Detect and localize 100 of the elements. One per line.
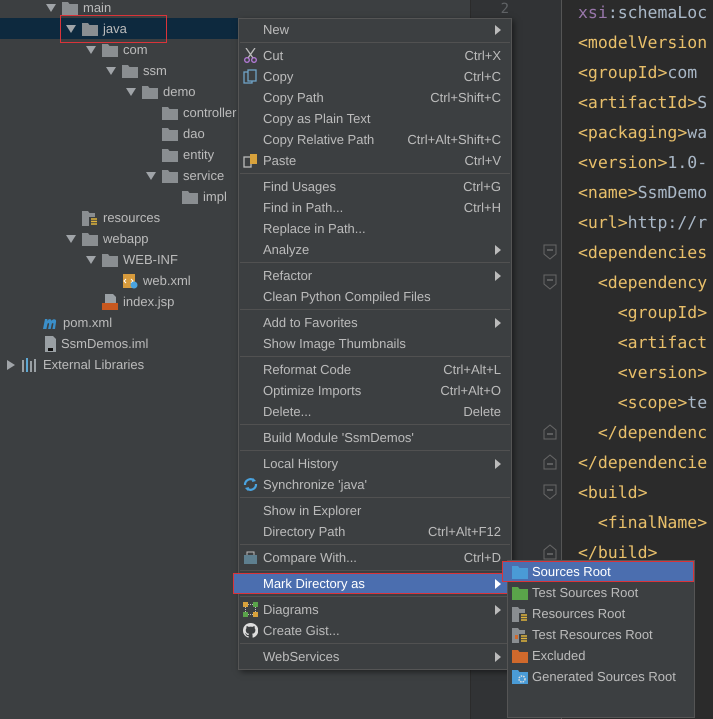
tree-item-label: main <box>83 0 112 15</box>
expanded-arrow-icon[interactable] <box>146 172 156 180</box>
menu-item[interactable]: Test Sources Root <box>508 582 694 603</box>
folder-icon <box>182 190 198 204</box>
menu-item[interactable]: Copy Path Ctrl+Shift+C <box>239 87 511 108</box>
expanded-arrow-icon[interactable] <box>66 234 76 242</box>
code-line: <groupId> <box>616 302 708 324</box>
fold-marker-icon[interactable] <box>543 244 557 260</box>
fold-marker-icon[interactable] <box>543 274 557 290</box>
code-line: <dependencies <box>578 242 708 264</box>
menu-item[interactable]: Show Image Thumbnails <box>239 333 511 354</box>
tree-item-label: java <box>103 21 127 36</box>
shortcut-text: Ctrl+V <box>464 153 501 168</box>
menu-item[interactable]: Synchronize 'java' <box>239 474 511 495</box>
fold-marker-icon[interactable] <box>543 484 557 500</box>
expanded-arrow-icon[interactable] <box>126 88 136 96</box>
menu-item[interactable]: Local History <box>239 453 511 474</box>
menu-item[interactable]: Delete... Delete <box>239 401 511 422</box>
code-line: <modelVersion <box>578 32 708 54</box>
menu-item[interactable]: Sources Root <box>502 561 694 582</box>
code-line: <build> <box>578 482 649 504</box>
folder-icon <box>512 586 528 600</box>
tree-item-label: impl <box>203 189 227 204</box>
library-bars-icon <box>22 358 38 372</box>
menu-item[interactable]: Cut Ctrl+X <box>239 45 511 66</box>
menu-item[interactable]: Directory Path Ctrl+Alt+F12 <box>239 521 511 542</box>
tree-item-label: controller <box>183 105 236 120</box>
fold-marker-icon[interactable] <box>543 454 557 470</box>
tree-item-label: dao <box>183 126 205 141</box>
menu-item[interactable]: Find in Path... Ctrl+H <box>239 197 511 218</box>
shortcut-text: Ctrl+H <box>464 200 501 215</box>
menu-item[interactable]: Add to Favorites <box>239 312 511 333</box>
expanded-arrow-icon[interactable] <box>46 4 56 12</box>
menu-item[interactable]: Show in Explorer <box>239 500 511 521</box>
tree-item-label: com <box>123 42 148 57</box>
menu-item[interactable]: Clean Python Compiled Files <box>239 286 511 307</box>
folder-icon <box>62 0 78 14</box>
menu-item[interactable]: Find Usages Ctrl+G <box>239 176 511 197</box>
menu-item[interactable]: Resources Root <box>508 603 694 624</box>
menu-item[interactable]: Diagrams <box>239 599 511 620</box>
tree-item-label: index.jsp <box>123 294 174 309</box>
fold-marker-icon[interactable] <box>543 544 557 560</box>
menu-item[interactable]: Create Gist... <box>239 620 511 641</box>
menu-item[interactable]: Refactor <box>239 265 511 286</box>
folder-icon <box>512 648 528 662</box>
shortcut-text: Delete <box>463 404 501 419</box>
menu-item[interactable]: Copy as Plain Text <box>239 108 511 129</box>
menu-item[interactable]: Excluded <box>508 645 694 666</box>
menu-item[interactable]: Compare With... Ctrl+D <box>239 547 511 568</box>
menu-item[interactable]: Paste Ctrl+V <box>239 150 511 171</box>
folder-icon <box>122 64 138 78</box>
code-line: <name>SsmDemo <box>578 182 708 204</box>
xml-file-icon <box>122 272 138 288</box>
resources-folder-icon <box>512 626 528 642</box>
tree-item-label: WEB-INF <box>123 252 178 267</box>
expanded-arrow-icon[interactable] <box>86 46 96 54</box>
expanded-arrow-icon[interactable] <box>66 24 76 32</box>
fold-marker-icon[interactable] <box>543 424 557 440</box>
menu-item[interactable]: Optimize Imports Ctrl+Alt+O <box>239 380 511 401</box>
code-line: xsi:schemaLoc <box>578 2 708 24</box>
shortcut-text: Ctrl+Alt+L <box>443 362 501 377</box>
code-line: <artifactId>S <box>578 92 708 114</box>
expanded-arrow-icon[interactable] <box>106 66 116 74</box>
menu-item[interactable]: Analyze <box>239 239 511 260</box>
menu-item[interactable]: WebServices <box>239 646 511 667</box>
menu-item[interactable]: Generated Sources Root <box>508 666 694 687</box>
tree-item-label: External Libraries <box>43 357 144 372</box>
copy-icon <box>243 69 258 84</box>
menu-item[interactable]: Reformat Code Ctrl+Alt+L <box>239 359 511 380</box>
code-line: <url>http://r <box>578 212 708 234</box>
diagram-icon <box>243 602 258 617</box>
menu-item[interactable]: Replace in Path... <box>239 218 511 239</box>
tree-item-label: entity <box>183 147 214 162</box>
tree-item-label: ssm <box>143 63 167 78</box>
file-icon <box>42 336 56 352</box>
expanded-arrow-icon[interactable] <box>86 256 96 264</box>
shortcut-text: Ctrl+Shift+C <box>430 90 501 105</box>
tree-item[interactable]: main <box>0 0 470 18</box>
scissors-icon <box>243 48 258 63</box>
menu-item[interactable]: Test Resources Root <box>508 624 694 645</box>
menu-item[interactable]: Copy Relative Path Ctrl+Alt+Shift+C <box>239 129 511 150</box>
tree-item-label: pom.xml <box>63 315 112 330</box>
tree-item-label: webapp <box>103 231 149 246</box>
menu-item[interactable]: Copy Ctrl+C <box>239 66 511 87</box>
folder-icon <box>82 22 98 36</box>
code-line: <version>1.0- <box>578 152 708 174</box>
sync-icon <box>243 477 258 492</box>
code-line: <groupId>com <box>578 62 698 84</box>
code-line: <packaging>wa <box>578 122 708 144</box>
collapsed-arrow-icon[interactable] <box>6 360 14 370</box>
menu-item[interactable]: Build Module 'SsmDemos' <box>239 427 511 448</box>
shortcut-text: Ctrl+D <box>464 550 501 565</box>
tree-item-label: web.xml <box>143 273 191 288</box>
jsp-file-icon <box>102 294 118 310</box>
folder-icon <box>162 148 178 162</box>
tree-item-label: service <box>183 168 224 183</box>
shortcut-text: Ctrl+X <box>464 48 501 63</box>
folder-icon <box>102 252 118 266</box>
resources-folder-icon <box>82 210 98 226</box>
code-line: </dependencie <box>578 452 708 474</box>
